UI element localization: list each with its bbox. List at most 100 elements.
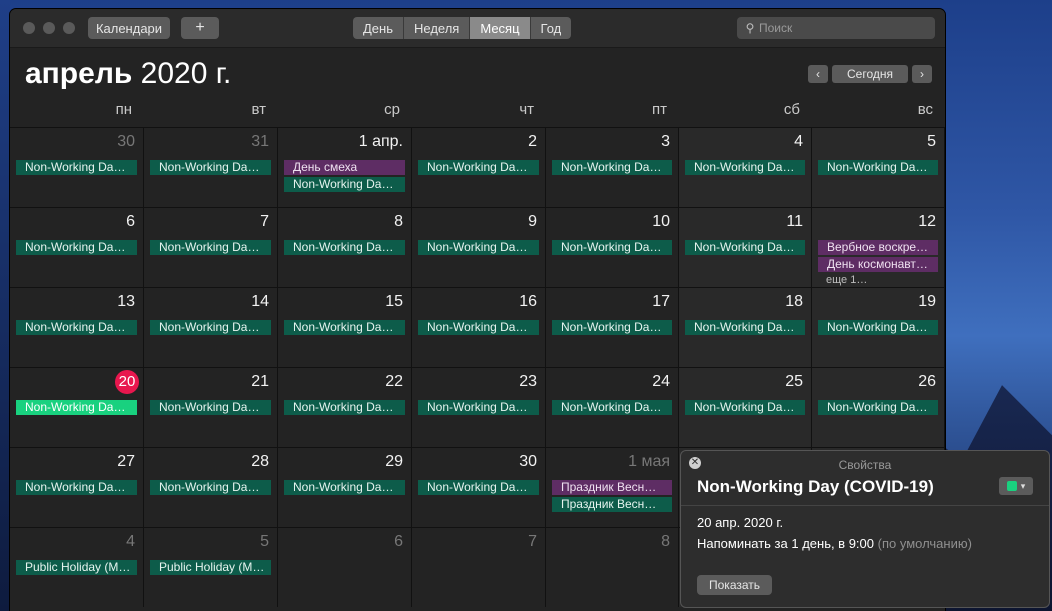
event-date[interactable]: 20 апр. 2020 г. xyxy=(697,515,783,530)
day-cell[interactable]: 6 xyxy=(278,527,412,607)
calendar-event[interactable]: Non-Working Da… xyxy=(16,320,137,335)
calendar-event[interactable]: Non-Working Da… xyxy=(150,480,271,495)
day-cell[interactable]: 2 Non-Working Da… xyxy=(412,127,546,207)
add-event-button[interactable]: + xyxy=(181,17,219,39)
day-cell[interactable]: 23 Non-Working Da… xyxy=(412,367,546,447)
view-year-button[interactable]: Год xyxy=(530,17,572,39)
day-cell[interactable]: 16 Non-Working Da… xyxy=(412,287,546,367)
next-month-button[interactable]: › xyxy=(912,65,932,83)
calendar-event[interactable]: Non-Working Da… xyxy=(284,240,405,255)
day-cell[interactable]: 8 Non-Working Da… xyxy=(278,207,412,287)
day-cell[interactable]: 7 Non-Working Da… xyxy=(144,207,278,287)
day-cell[interactable]: 28 Non-Working Da… xyxy=(144,447,278,527)
day-cell[interactable]: 8 xyxy=(546,527,679,607)
event-reminder[interactable]: Напоминать за 1 день, в 9:00 (по умолчан… xyxy=(697,536,972,551)
calendar-event[interactable]: Праздник Весн… xyxy=(552,480,672,495)
calendar-color-picker[interactable]: ▾ xyxy=(999,477,1033,495)
calendar-event[interactable]: Non-Working Da… xyxy=(552,160,672,175)
day-cell[interactable]: 25 Non-Working Da… xyxy=(679,367,812,447)
calendar-event[interactable]: Non-Working Da… xyxy=(284,177,405,192)
calendar-event[interactable]: День смеха xyxy=(284,160,405,175)
event-title[interactable]: Non-Working Day (COVID-19) xyxy=(697,477,934,497)
day-cell[interactable]: 31 Non-Working Da… xyxy=(144,127,278,207)
day-number: 1 апр. xyxy=(358,133,403,150)
day-cell[interactable]: 20 Non-Working Da… xyxy=(10,367,144,447)
more-events-link[interactable]: еще 1… xyxy=(826,274,867,286)
day-number: 6 xyxy=(394,533,403,550)
calendar-event[interactable]: Non-Working Da… xyxy=(150,160,271,175)
calendar-event[interactable]: Non-Working Da… xyxy=(284,480,405,495)
day-cell[interactable]: 27 Non-Working Da… xyxy=(10,447,144,527)
day-number: 29 xyxy=(385,453,403,470)
zoom-window-button[interactable] xyxy=(63,22,75,34)
day-cell[interactable]: 17 Non-Working Da… xyxy=(546,287,679,367)
calendar-event[interactable]: Non-Working Da… xyxy=(16,160,137,175)
minimize-window-button[interactable] xyxy=(43,22,55,34)
today-button[interactable]: Сегодня xyxy=(832,65,908,83)
calendar-event[interactable]: Non-Working Da… xyxy=(16,240,137,255)
day-cell[interactable]: 15 Non-Working Da… xyxy=(278,287,412,367)
day-cell[interactable]: 3 Non-Working Da… xyxy=(546,127,679,207)
prev-month-button[interactable]: ‹ xyxy=(808,65,828,83)
show-button[interactable]: Показать xyxy=(697,575,773,595)
day-cell[interactable]: 30 Non-Working Da… xyxy=(412,447,546,527)
calendar-event[interactable]: Non-Working Da… xyxy=(150,400,271,415)
day-cell[interactable]: 19 Non-Working Da… xyxy=(812,287,945,367)
day-cell[interactable]: 13 Non-Working Da… xyxy=(10,287,144,367)
calendars-button[interactable]: Календари xyxy=(88,17,170,39)
calendar-event[interactable]: Non-Working Da… xyxy=(284,400,405,415)
calendar-event[interactable]: Non-Working Da… xyxy=(552,400,672,415)
day-cell[interactable]: 22 Non-Working Da… xyxy=(278,367,412,447)
day-number: 22 xyxy=(385,373,403,390)
close-window-button[interactable] xyxy=(23,22,35,34)
view-day-button[interactable]: День xyxy=(353,17,404,39)
calendar-event[interactable]: Non-Working Da… xyxy=(685,320,805,335)
calendar-event[interactable]: Non-Working Da… xyxy=(418,160,539,175)
day-cell[interactable]: 10 Non-Working Da… xyxy=(546,207,679,287)
calendar-event[interactable]: Public Holiday (M… xyxy=(16,560,137,575)
day-cell[interactable]: 4 Non-Working Da… xyxy=(679,127,812,207)
calendar-event[interactable]: Non-Working Da… xyxy=(418,240,539,255)
calendar-event[interactable]: Non-Working Da… xyxy=(16,480,137,495)
day-cell[interactable]: 14 Non-Working Da… xyxy=(144,287,278,367)
search-field[interactable]: ⚲ Поиск xyxy=(737,17,935,39)
calendar-event[interactable]: Non-Working Da… xyxy=(818,160,938,175)
day-cell[interactable]: 11 Non-Working Da… xyxy=(679,207,812,287)
day-cell[interactable]: 1 апр. День смеха Non-Working Da… xyxy=(278,127,412,207)
day-cell[interactable]: 6 Non-Working Da… xyxy=(10,207,144,287)
calendar-event[interactable]: Non-Working Da… xyxy=(418,320,539,335)
calendar-event[interactable]: Non-Working Da… xyxy=(685,400,805,415)
calendar-event[interactable]: Non-Working Da… xyxy=(284,320,405,335)
day-cell[interactable]: 30 Non-Working Da… xyxy=(10,127,144,207)
calendar-event[interactable]: Non-Working Da… xyxy=(552,320,672,335)
calendar-event[interactable]: Non-Working Da… xyxy=(685,240,805,255)
day-cell[interactable]: 5 Public Holiday (M… xyxy=(144,527,278,607)
view-week-button[interactable]: Неделя xyxy=(404,17,471,39)
calendar-event[interactable]: Non-Working Da… xyxy=(418,480,539,495)
calendar-event[interactable]: Non-Working Da… xyxy=(552,240,672,255)
day-cell[interactable]: 18 Non-Working Da… xyxy=(679,287,812,367)
calendar-event[interactable]: День космонавт… xyxy=(818,257,938,272)
view-month-button[interactable]: Месяц xyxy=(470,17,531,39)
calendar-event[interactable]: Non-Working Da… xyxy=(418,400,539,415)
day-cell[interactable]: 26 Non-Working Da… xyxy=(812,367,945,447)
day-cell[interactable]: 9 Non-Working Da… xyxy=(412,207,546,287)
day-cell[interactable]: 12 Вербное воскре… День космонавт… еще 1… xyxy=(812,207,945,287)
calendar-event[interactable]: Non-Working Da… xyxy=(818,320,938,335)
calendar-event[interactable]: Праздник Весн… xyxy=(552,497,672,512)
day-cell[interactable]: 5 Non-Working Da… xyxy=(812,127,945,207)
day-cell[interactable]: 21 Non-Working Da… xyxy=(144,367,278,447)
calendar-event[interactable]: Non-Working Da… xyxy=(150,240,271,255)
day-cell[interactable]: 7 xyxy=(412,527,546,607)
calendar-event[interactable]: Вербное воскре… xyxy=(818,240,938,255)
calendar-event[interactable]: Non-Working Da… xyxy=(150,320,271,335)
calendar-event[interactable]: Non-Working Da… xyxy=(16,400,137,415)
day-cell[interactable]: 24 Non-Working Da… xyxy=(546,367,679,447)
calendar-event[interactable]: Non-Working Da… xyxy=(818,400,938,415)
day-number: 17 xyxy=(652,293,670,310)
day-cell[interactable]: 4 Public Holiday (M… xyxy=(10,527,144,607)
calendar-event[interactable]: Non-Working Da… xyxy=(685,160,805,175)
day-cell[interactable]: 29 Non-Working Da… xyxy=(278,447,412,527)
calendar-event[interactable]: Public Holiday (M… xyxy=(150,560,271,575)
day-cell[interactable]: 1 мая Праздник Весн… Праздник Весн… xyxy=(546,447,679,527)
